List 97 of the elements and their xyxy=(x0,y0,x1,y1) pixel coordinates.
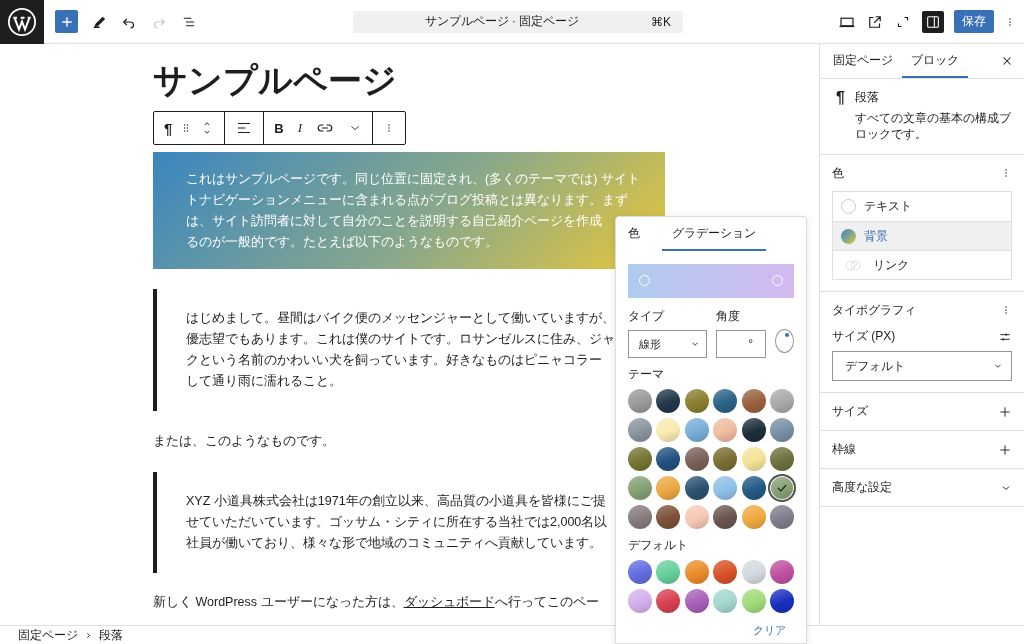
paragraph-line: これはサンプルページです。同じ位置に固定され、(多くのテーマでは) サイト xyxy=(186,171,640,188)
dashboard-link[interactable]: ダッシュボード xyxy=(403,595,495,609)
gradient-swatch[interactable] xyxy=(741,589,766,613)
logo-mark-icon xyxy=(7,6,37,37)
gradient-swatch[interactable] xyxy=(656,447,681,471)
plus-icon[interactable] xyxy=(998,442,1012,457)
color-setting-item[interactable]: テキスト xyxy=(833,192,1011,221)
collapsed-panel[interactable]: サイズ xyxy=(820,393,1024,431)
paragraph-text: または、このようなものです。 xyxy=(153,433,335,450)
clear-button[interactable]: クリア xyxy=(753,623,786,638)
bold-button[interactable]: B xyxy=(274,120,284,136)
paragraph-block-button[interactable]: ¶ xyxy=(164,119,173,137)
quote-line: 社員が働いており、様々な形で地域のコミュニティへ貢献しています。 xyxy=(186,535,602,552)
gradient-swatch[interactable] xyxy=(656,476,681,500)
gradient-swatch[interactable] xyxy=(684,418,709,442)
gradient-swatch[interactable] xyxy=(769,389,794,413)
field-label: 角度 xyxy=(716,308,741,325)
gradient-swatch[interactable] xyxy=(741,447,766,471)
gradient-swatch[interactable] xyxy=(628,505,652,529)
gradient-swatch[interactable] xyxy=(741,418,766,442)
block-description: すべての文章の基本の構成ブロックです。 xyxy=(854,111,1012,142)
gradient-swatch[interactable] xyxy=(656,418,681,442)
gradient-swatch[interactable] xyxy=(684,505,709,529)
gradient-swatch[interactable] xyxy=(628,589,652,613)
tab[interactable]: 固定ページ xyxy=(824,44,902,78)
tab[interactable]: 色 xyxy=(628,217,650,251)
chevron-right-icon xyxy=(84,630,93,640)
gradient-swatch[interactable] xyxy=(741,560,766,584)
font-size-select[interactable]: デフォルト xyxy=(832,351,1012,381)
gradient-swatch[interactable] xyxy=(769,505,794,529)
paragraph-line: るのが一般的です。たとえば以下のようなものです。 xyxy=(186,234,498,251)
gradient-swatch[interactable] xyxy=(713,505,738,529)
gradient-swatch[interactable] xyxy=(769,589,794,613)
gradient-swatch[interactable] xyxy=(656,589,681,613)
block-name: 段落 xyxy=(854,90,880,105)
section-label: テーマ xyxy=(628,366,665,383)
italic-button[interactable]: I xyxy=(297,120,303,136)
page-title: サンプルページ xyxy=(153,60,397,100)
save-button[interactable]: 保存 xyxy=(954,10,994,33)
paragraph-line: は、サイト訪問者に対して自分のことを説明する自己紹介ページを作成 xyxy=(186,213,602,230)
quote-line: せていただいています。ゴッサム・シティに所在する当社では2,000名以 xyxy=(186,514,608,531)
angle-field[interactable]: ° xyxy=(716,330,766,358)
gradient-swatch[interactable] xyxy=(628,418,652,442)
gradient-swatch[interactable] xyxy=(628,476,652,500)
tab[interactable]: ブロック xyxy=(902,44,968,78)
gradient-swatch[interactable] xyxy=(713,389,738,413)
sidebar-toggle-button[interactable] xyxy=(922,10,944,33)
quote-line: はじめまして。昼間はバイク便のメッセンジャーとして働いていますが、 xyxy=(186,310,615,327)
gradient-swatch[interactable] xyxy=(713,476,738,500)
gradient-swatch[interactable] xyxy=(713,589,738,613)
quote-line: XYZ 小道具株式会社は1971年の創立以来、高品質の小道具を皆様にご提 xyxy=(186,493,606,510)
gradient-swatch[interactable] xyxy=(684,589,709,613)
gradient-swatch[interactable] xyxy=(713,560,738,584)
gradient-swatch[interactable] xyxy=(656,505,681,529)
wordpress-logo[interactable] xyxy=(0,0,44,44)
gradient-swatch[interactable] xyxy=(713,418,738,442)
add-block-button[interactable] xyxy=(55,10,78,33)
gradient-swatch[interactable] xyxy=(684,560,709,584)
gradient-swatch[interactable] xyxy=(628,560,652,584)
panel-title: タイポグラフィ xyxy=(832,302,916,318)
collapsed-panel[interactable]: 高度な設定 xyxy=(820,469,1024,507)
gradient-swatch[interactable] xyxy=(769,560,794,584)
type-select[interactable]: 線形 xyxy=(628,330,707,358)
paragraph-line: トナビゲーションメニューに含まれる点がブログ投稿とは異なります。まず xyxy=(186,192,628,209)
breadcrumb-item[interactable]: 段落 xyxy=(99,626,123,644)
gradient-swatch[interactable] xyxy=(656,560,681,584)
field-label: タイプ xyxy=(628,308,666,325)
collapsed-panel[interactable]: 枠線 xyxy=(820,431,1024,469)
gradient-swatch[interactable] xyxy=(769,418,794,442)
quote-line: して通り雨に濡れること。 xyxy=(186,373,342,390)
panel-title: 色 xyxy=(832,165,844,181)
gradient-indicator xyxy=(841,228,856,244)
gradient-swatch[interactable] xyxy=(769,447,794,471)
gradient-swatch[interactable] xyxy=(769,476,794,500)
field-label: サイズ (PX) xyxy=(832,328,896,345)
gradient-swatch[interactable] xyxy=(741,505,766,529)
command-bar[interactable]: サンプルページ · 固定ページ ⌘K xyxy=(353,10,683,33)
gradient-swatch[interactable] xyxy=(741,389,766,413)
gradient-swatch[interactable] xyxy=(656,389,681,413)
quote-line: クという名前のかわいい犬を飼っています。好きなものはピニャコラー xyxy=(186,352,602,369)
color-setting-item[interactable]: 背景 xyxy=(833,221,1011,250)
gradient-swatch[interactable] xyxy=(628,389,652,413)
tab[interactable]: グラデーション xyxy=(662,217,766,251)
gradient-swatch[interactable] xyxy=(628,447,652,471)
paragraph-text: 新しく WordPress ユーザーになった方は、ダッシュボードへ行ってこのペー xyxy=(153,594,599,611)
panel-icon xyxy=(925,13,941,30)
gradient-swatch[interactable] xyxy=(684,476,709,500)
quote-line: 優志望でもあります。これは僕のサイトです。ロサンゼルスに住み、ジャ xyxy=(186,331,615,348)
section-label: デフォルト xyxy=(628,537,689,554)
plus-icon[interactable] xyxy=(998,404,1012,419)
gradient-swatch[interactable] xyxy=(713,447,738,471)
gradient-swatch[interactable] xyxy=(684,389,709,413)
gradient-swatch[interactable] xyxy=(684,447,709,471)
gradient-swatch[interactable] xyxy=(741,476,766,500)
paragraph-icon: ¶ xyxy=(836,90,845,142)
color-setting-item[interactable]: リンク xyxy=(833,250,1011,279)
breadcrumb-item[interactable]: 固定ページ xyxy=(18,626,78,644)
